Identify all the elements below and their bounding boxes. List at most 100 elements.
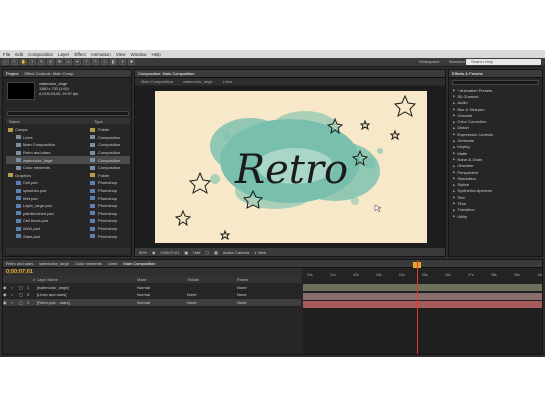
- project-item[interactable]: Lines Composition: [6, 134, 130, 142]
- layer-duration-bar[interactable]: [303, 284, 542, 291]
- expand-triangle-icon[interactable]: ▶: [453, 164, 455, 168]
- effects-category[interactable]: ▶ Utility: [449, 213, 542, 219]
- project-item[interactable]: Main Composition Composition: [6, 141, 130, 149]
- expand-triangle-icon[interactable]: ▶: [453, 107, 455, 111]
- layer-duration-bar[interactable]: [303, 301, 542, 308]
- label-color-swatch[interactable]: [90, 226, 95, 231]
- playhead-line[interactable]: [417, 260, 418, 354]
- layer-name[interactable]: [Lines and stars]: [37, 292, 137, 297]
- menu-item-help[interactable]: Help: [151, 52, 160, 57]
- camera-icon[interactable]: ◉: [152, 250, 156, 255]
- layer-row[interactable]: ◉ ○ ▢ 2 [Lines and stars] Normal None None: [3, 292, 301, 299]
- label-color-swatch[interactable]: [90, 150, 95, 155]
- label-color-swatch[interactable]: [90, 127, 95, 132]
- brush-tool-icon[interactable]: ✎: [92, 59, 99, 65]
- label-color-swatch[interactable]: [90, 211, 95, 216]
- eraser-tool-icon[interactable]: ◧: [110, 59, 117, 65]
- project-item[interactable]: Graphics Folder: [6, 172, 130, 180]
- transparency-grid-icon[interactable]: ▦: [214, 250, 218, 255]
- composition-viewer[interactable]: Retro: [135, 86, 445, 249]
- expand-triangle-icon[interactable]: ▶: [453, 88, 455, 92]
- roto-tool-icon[interactable]: ✦: [119, 59, 126, 65]
- layer-tracks[interactable]: [303, 284, 542, 354]
- project-item[interactable]: Retro and stars Composition: [6, 149, 130, 157]
- current-time[interactable]: 0;00;07;01: [161, 250, 180, 255]
- project-item[interactable]: Color elements Composition: [6, 164, 130, 172]
- tab-project[interactable]: Project: [6, 71, 18, 76]
- snapshot-icon[interactable]: ▣: [184, 250, 188, 255]
- label-color-swatch[interactable]: [90, 203, 95, 208]
- subtab-watercolor-large[interactable]: watercolor_large: [183, 79, 213, 84]
- expand-triangle-icon[interactable]: ▶: [453, 151, 455, 155]
- expand-triangle-icon[interactable]: ▶: [453, 195, 455, 199]
- search-help-input[interactable]: Search Help: [466, 59, 541, 65]
- timeline-timecode[interactable]: 0;00;07;01: [6, 269, 33, 275]
- tab-composition[interactable]: Composition: Main Composition: [138, 71, 194, 76]
- layer-duration-bar[interactable]: [303, 292, 542, 300]
- layer-parent[interactable]: None: [237, 300, 277, 305]
- menu-item-effect[interactable]: Effect: [74, 52, 85, 57]
- region-icon[interactable]: ▢: [205, 250, 209, 255]
- project-item[interactable]: paintbrushed.psd Photoshop: [6, 210, 130, 218]
- project-item[interactable]: Stars.psd Photoshop: [6, 232, 130, 240]
- time-ruler[interactable]: 00s 01s 02s 03s 04s 05s 06s 07s 08s 09s 10s: [303, 268, 542, 284]
- label-color-swatch[interactable]: [90, 188, 95, 193]
- rectangle-tool-icon[interactable]: ▭: [65, 59, 72, 65]
- project-item[interactable]: Layer_large.psd Photoshop: [6, 202, 130, 210]
- label-color-swatch[interactable]: [90, 142, 95, 147]
- layer-row[interactable]: ◉ ○ ▢ 1 [watercolor_large] Normal None: [3, 284, 301, 292]
- layer-trkmat[interactable]: None: [187, 300, 237, 305]
- expand-triangle-icon[interactable]: ▶: [453, 170, 455, 174]
- layer-name[interactable]: [watercolor_large]: [37, 285, 137, 290]
- camera-view-select[interactable]: Active Camera: [223, 250, 249, 255]
- puppet-tool-icon[interactable]: ✱: [128, 59, 135, 65]
- timeline-tab[interactable]: watercolor_large: [39, 261, 69, 266]
- subtab-main-composition[interactable]: Main Composition: [141, 79, 173, 84]
- project-item[interactable]: Wet.psd Photoshop: [6, 194, 130, 202]
- tab-effects-presets[interactable]: Effects & Presets: [452, 71, 483, 76]
- timeline-tab[interactable]: Retro and stars: [6, 261, 33, 266]
- eye-icon[interactable]: ◉: [3, 292, 11, 297]
- project-item[interactable]: Cell.psd Photoshop: [6, 179, 130, 187]
- menu-item-animation[interactable]: Animation: [91, 52, 111, 57]
- menu-item-edit[interactable]: Edit: [15, 52, 23, 57]
- label-color-swatch[interactable]: [90, 135, 95, 140]
- menu-item-window[interactable]: Window: [130, 52, 146, 57]
- solo-icon[interactable]: ○: [11, 285, 19, 290]
- project-item[interactable]: watercolor_large Composition: [6, 156, 130, 164]
- label-color-swatch[interactable]: [90, 165, 95, 170]
- label-color-swatch[interactable]: [90, 218, 95, 223]
- zoom-select[interactable]: 50%: [139, 250, 147, 255]
- tab-effect-controls[interactable]: Effect Controls: Main Comp: [24, 71, 73, 76]
- composition-canvas[interactable]: Retro: [155, 91, 427, 243]
- menu-item-composition[interactable]: Composition: [28, 52, 53, 57]
- timeline-tab[interactable]: Color elements: [75, 261, 102, 266]
- expand-triangle-icon[interactable]: ▶: [453, 94, 455, 98]
- column-type[interactable]: Type: [94, 119, 103, 124]
- expand-triangle-icon[interactable]: ▶: [453, 183, 455, 187]
- lock-icon[interactable]: ▢: [19, 292, 27, 297]
- menu-item-view[interactable]: View: [116, 52, 126, 57]
- menu-item-file[interactable]: File: [3, 52, 10, 57]
- solo-icon[interactable]: ○: [11, 292, 19, 297]
- pen-tool-icon[interactable]: ✒: [74, 59, 81, 65]
- label-color-swatch[interactable]: [90, 234, 95, 239]
- expand-triangle-icon[interactable]: ▶: [453, 157, 455, 161]
- view-layout-select[interactable]: 1 View: [254, 250, 266, 255]
- label-color-swatch[interactable]: [90, 173, 95, 178]
- zoom-tool-icon[interactable]: ⌕: [29, 59, 36, 65]
- project-search-input[interactable]: [7, 111, 129, 116]
- column-name[interactable]: Name: [6, 119, 94, 124]
- lock-icon[interactable]: ▢: [19, 300, 27, 305]
- expand-triangle-icon[interactable]: ▶: [453, 214, 455, 218]
- selection-tool-icon[interactable]: ↖: [11, 59, 18, 65]
- expand-triangle-icon[interactable]: ▶: [453, 189, 455, 193]
- project-item[interactable]: splashes.psd Photoshop: [6, 187, 130, 195]
- expand-triangle-icon[interactable]: ▶: [453, 113, 455, 117]
- text-tool-icon[interactable]: T: [83, 59, 90, 65]
- eye-icon[interactable]: ◉: [3, 300, 11, 305]
- eye-icon[interactable]: ◉: [3, 285, 11, 290]
- expand-triangle-icon[interactable]: ▶: [453, 101, 455, 105]
- expand-triangle-icon[interactable]: ▶: [453, 201, 455, 205]
- home-icon[interactable]: ⌂: [2, 59, 9, 65]
